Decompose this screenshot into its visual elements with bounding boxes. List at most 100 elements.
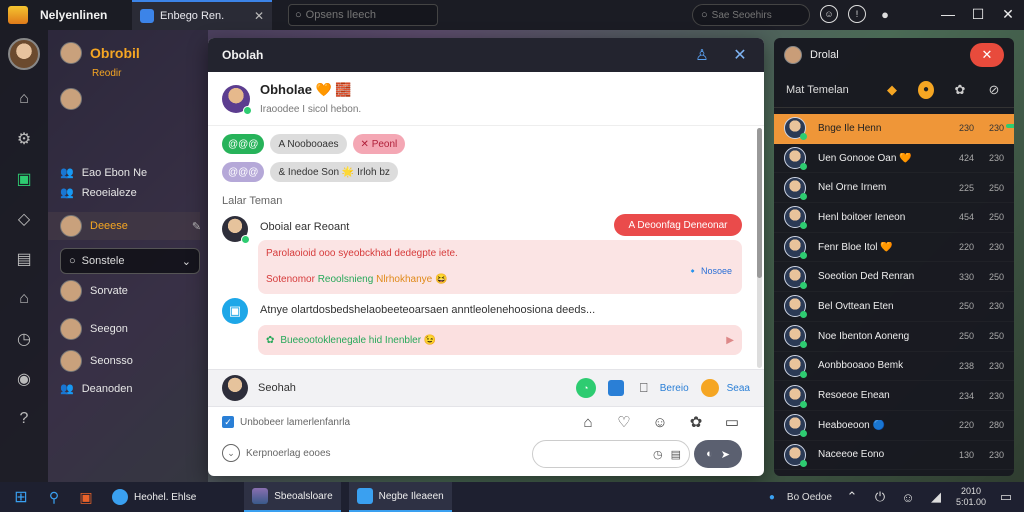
chip-tag[interactable]: @@@ (222, 162, 265, 182)
scrollbar[interactable] (757, 128, 762, 368)
attach-icon[interactable]: ▤ (671, 448, 681, 461)
gift-icon[interactable]: ✿ (686, 412, 706, 432)
close-button[interactable]: ✕ (970, 43, 1004, 67)
clock-icon[interactable]: ◷ (13, 328, 35, 350)
like-icon[interactable]: ♡ (614, 412, 634, 432)
home-icon[interactable]: ⌂ (578, 412, 598, 432)
action-button[interactable]: A Deoonfag Deneonar (614, 214, 742, 236)
chip-tag[interactable]: @@@ (222, 134, 265, 154)
info-icon[interactable]: ! (848, 5, 866, 23)
friend-row[interactable]: Uen Gonooe Oan 🧡 424 230 (774, 144, 1014, 174)
search-box[interactable]: ○ (288, 4, 438, 26)
friend-row[interactable]: Fenr Bloe Itol 🧡 220 230 (774, 233, 1014, 263)
message-text-line: Sotenomor Reoolsnieng Nlrhokhanye 😆 (266, 274, 447, 285)
block-icon[interactable]: ⊘ (986, 81, 1002, 99)
tab-close-icon[interactable]: ✕ (254, 9, 264, 23)
bulb-icon[interactable]: ◆ (884, 81, 900, 99)
search-icon[interactable]: ⚲ (44, 487, 64, 507)
start-icon[interactable]: ⊞ (10, 486, 32, 508)
message-input[interactable] (543, 448, 633, 460)
side-item[interactable]: Sorvate (60, 280, 128, 302)
friend-row[interactable]: Nel Orne Irnem 225 250 (774, 173, 1014, 203)
tag-chips: @@@ A Noobooaes ✕ Peonl (222, 134, 406, 154)
close-icon[interactable]: ✕ (730, 45, 750, 65)
expand-icon[interactable]: ⌄ (222, 444, 240, 462)
community-icon[interactable]: ⌂ (13, 288, 35, 310)
option-checkbox[interactable]: ✓ (222, 416, 234, 428)
home-icon[interactable]: ⌂ (13, 88, 35, 110)
taskbar-item[interactable]: Heohel. Ehlse (104, 482, 204, 512)
power-icon[interactable]: ⏻ (872, 489, 888, 505)
edit-icon[interactable]: ✎ (192, 220, 201, 233)
chat-bubble-icon[interactable]: ◔ (575, 378, 596, 398)
bot-avatar-icon[interactable]: ▣ (222, 298, 248, 324)
timer-icon[interactable]: ◷ (653, 448, 663, 461)
library-icon[interactable]: ▤ (13, 248, 35, 270)
coin-icon[interactable]: ● (918, 80, 934, 99)
browser-tab[interactable]: Enbego Ren. ✕ (132, 0, 272, 30)
user-avatar[interactable] (8, 38, 40, 70)
notifications-icon[interactable]: ▭ (998, 489, 1014, 505)
secondary-search-box[interactable]: ○ (692, 4, 810, 26)
side-item[interactable]: 👥 Deanoden (60, 382, 132, 396)
bookmark-icon[interactable]: ⎕ (636, 380, 652, 396)
friends-tabs: Mat Temelan ◆ ● ✿ ⊘ (774, 72, 1014, 108)
minimize-icon[interactable]: — (940, 5, 956, 23)
tray-label[interactable]: Bo Oedoe (787, 492, 832, 503)
friend-row[interactable]: Bel Ovttean Eten 250 230 (774, 292, 1014, 322)
friend-stat: 330 (958, 271, 974, 282)
sender-avatar[interactable] (222, 216, 250, 244)
friend-row[interactable]: Henl boitoer Ieneon 454 250 (774, 203, 1014, 233)
add-friend-icon[interactable]: ♙ (692, 45, 712, 65)
notification-icon[interactable]: ● (876, 5, 894, 23)
friend-avatar (784, 206, 807, 230)
friend-row[interactable]: Noe Ibenton Aoneng 250 250 (774, 322, 1014, 352)
side-item[interactable]: Seegon (60, 318, 128, 340)
search-input[interactable] (305, 9, 426, 21)
side-dropdown[interactable]: ○ Sonstele ⌄ (60, 248, 200, 274)
emoji-icon[interactable]: ☺ (820, 5, 838, 23)
friend-row[interactable]: Naceeoe Eono 130 230 (774, 441, 1014, 471)
scrollbar-thumb[interactable] (757, 128, 762, 278)
tab-friends[interactable]: Mat Temelan (786, 84, 866, 96)
clock[interactable]: 2010 5:01.00 (956, 486, 986, 508)
store-icon[interactable]: ▣ (13, 168, 35, 190)
chip-tag[interactable]: A Noobooaes (270, 134, 347, 154)
friend-stat: 220 (958, 242, 974, 253)
chip-tag[interactable]: ✕ Peonl (352, 134, 406, 154)
friend-row[interactable]: Resoeoe Enean 234 230 (774, 381, 1014, 411)
disc-icon[interactable]: ◉ (13, 368, 35, 390)
friend-row[interactable]: Aonbbooaoo Bemk 238 230 (774, 352, 1014, 382)
share-icon[interactable] (607, 380, 624, 396)
message-meta[interactable]: 🔹 Nosoee (687, 266, 732, 277)
settings-icon[interactable]: ⚙ (13, 128, 35, 150)
emoji-icon[interactable]: ☺ (650, 412, 670, 432)
maximize-icon[interactable]: ☐ (970, 5, 986, 23)
contact-avatar[interactable] (222, 375, 248, 401)
close-icon[interactable]: ✕ (1000, 5, 1016, 23)
secondary-search-input[interactable] (711, 9, 802, 21)
profile-avatar[interactable] (222, 84, 252, 115)
chevron-up-icon[interactable]: ⌃ (844, 489, 860, 505)
send-button[interactable]: ◐ ➤ (694, 440, 742, 468)
coin-icon[interactable] (700, 379, 719, 397)
friend-row[interactable]: Heaboeoon 🔵 220 280 (774, 411, 1014, 441)
play-icon[interactable]: ▶ (726, 335, 734, 346)
link-text[interactable]: Bereio (660, 383, 689, 394)
file-explorer-icon[interactable]: ▣ (76, 487, 96, 507)
compose-box[interactable]: ◷ ▤ (532, 440, 690, 468)
gift-icon[interactable]: ✿ (952, 81, 968, 99)
chat-icon[interactable]: ▭ (722, 412, 742, 432)
help-icon[interactable]: ? (13, 408, 35, 430)
friend-row[interactable]: Bnge Ile Henn 230 230 (774, 114, 1014, 144)
network-icon[interactable]: ◢ (928, 489, 944, 505)
friend-row[interactable]: Soeotion Ded Renran 330 250 (774, 262, 1014, 292)
link-text[interactable]: Seaa (727, 383, 750, 394)
side-item[interactable]: Seonsso (60, 350, 133, 372)
emoji-icon[interactable]: ☺ (900, 489, 916, 505)
taskbar-item[interactable]: Sbeoalsloare (244, 482, 341, 512)
side-item[interactable]: Deeese ✎ (60, 215, 201, 237)
chip-tag[interactable]: & Inedoe Son 🌟 Irloh bz (270, 162, 398, 182)
shield-icon[interactable]: ◇ (13, 208, 35, 230)
taskbar-item[interactable]: Negbe Ileaeen (348, 482, 452, 512)
